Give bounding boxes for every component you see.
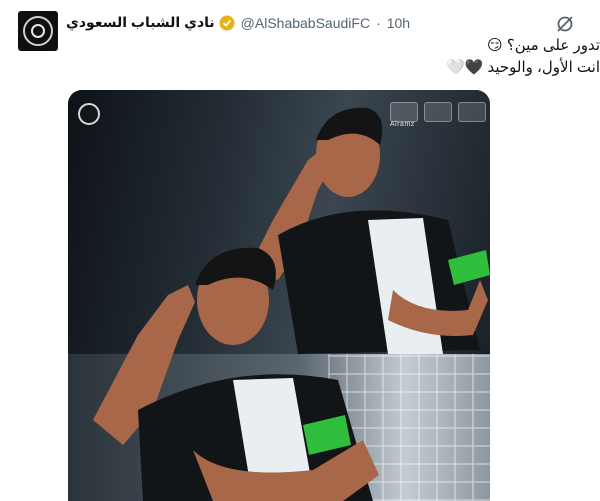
tweet-media-image[interactable]: Alramz <box>68 90 490 501</box>
tweet-text-line-1: تدور على مين؟ 😏 <box>486 37 600 54</box>
user-handle[interactable]: @AlShababSaudiFC <box>241 15 370 31</box>
separator-dot: · <box>376 14 381 31</box>
display-name[interactable]: نادي الشباب السعودي <box>66 14 215 31</box>
club-crest-icon <box>23 16 53 46</box>
tweet-text: تدور على مين؟ 😏 انت الأول، والوحيد 🖤🤍 <box>400 35 600 79</box>
club-emblem-icon <box>78 103 100 125</box>
club-avatar[interactable] <box>18 11 58 51</box>
tweet-text-line-2: انت الأول، والوحيد 🖤🤍 <box>445 59 600 76</box>
tweet-header: نادي الشباب السعودي @AlShababSaudiFC · 1… <box>66 14 410 31</box>
timestamp[interactable]: 10h <box>387 15 410 31</box>
player-photo-bottom <box>93 247 379 501</box>
verified-badge-icon <box>219 15 235 30</box>
grok-explain-icon[interactable] <box>555 14 575 34</box>
